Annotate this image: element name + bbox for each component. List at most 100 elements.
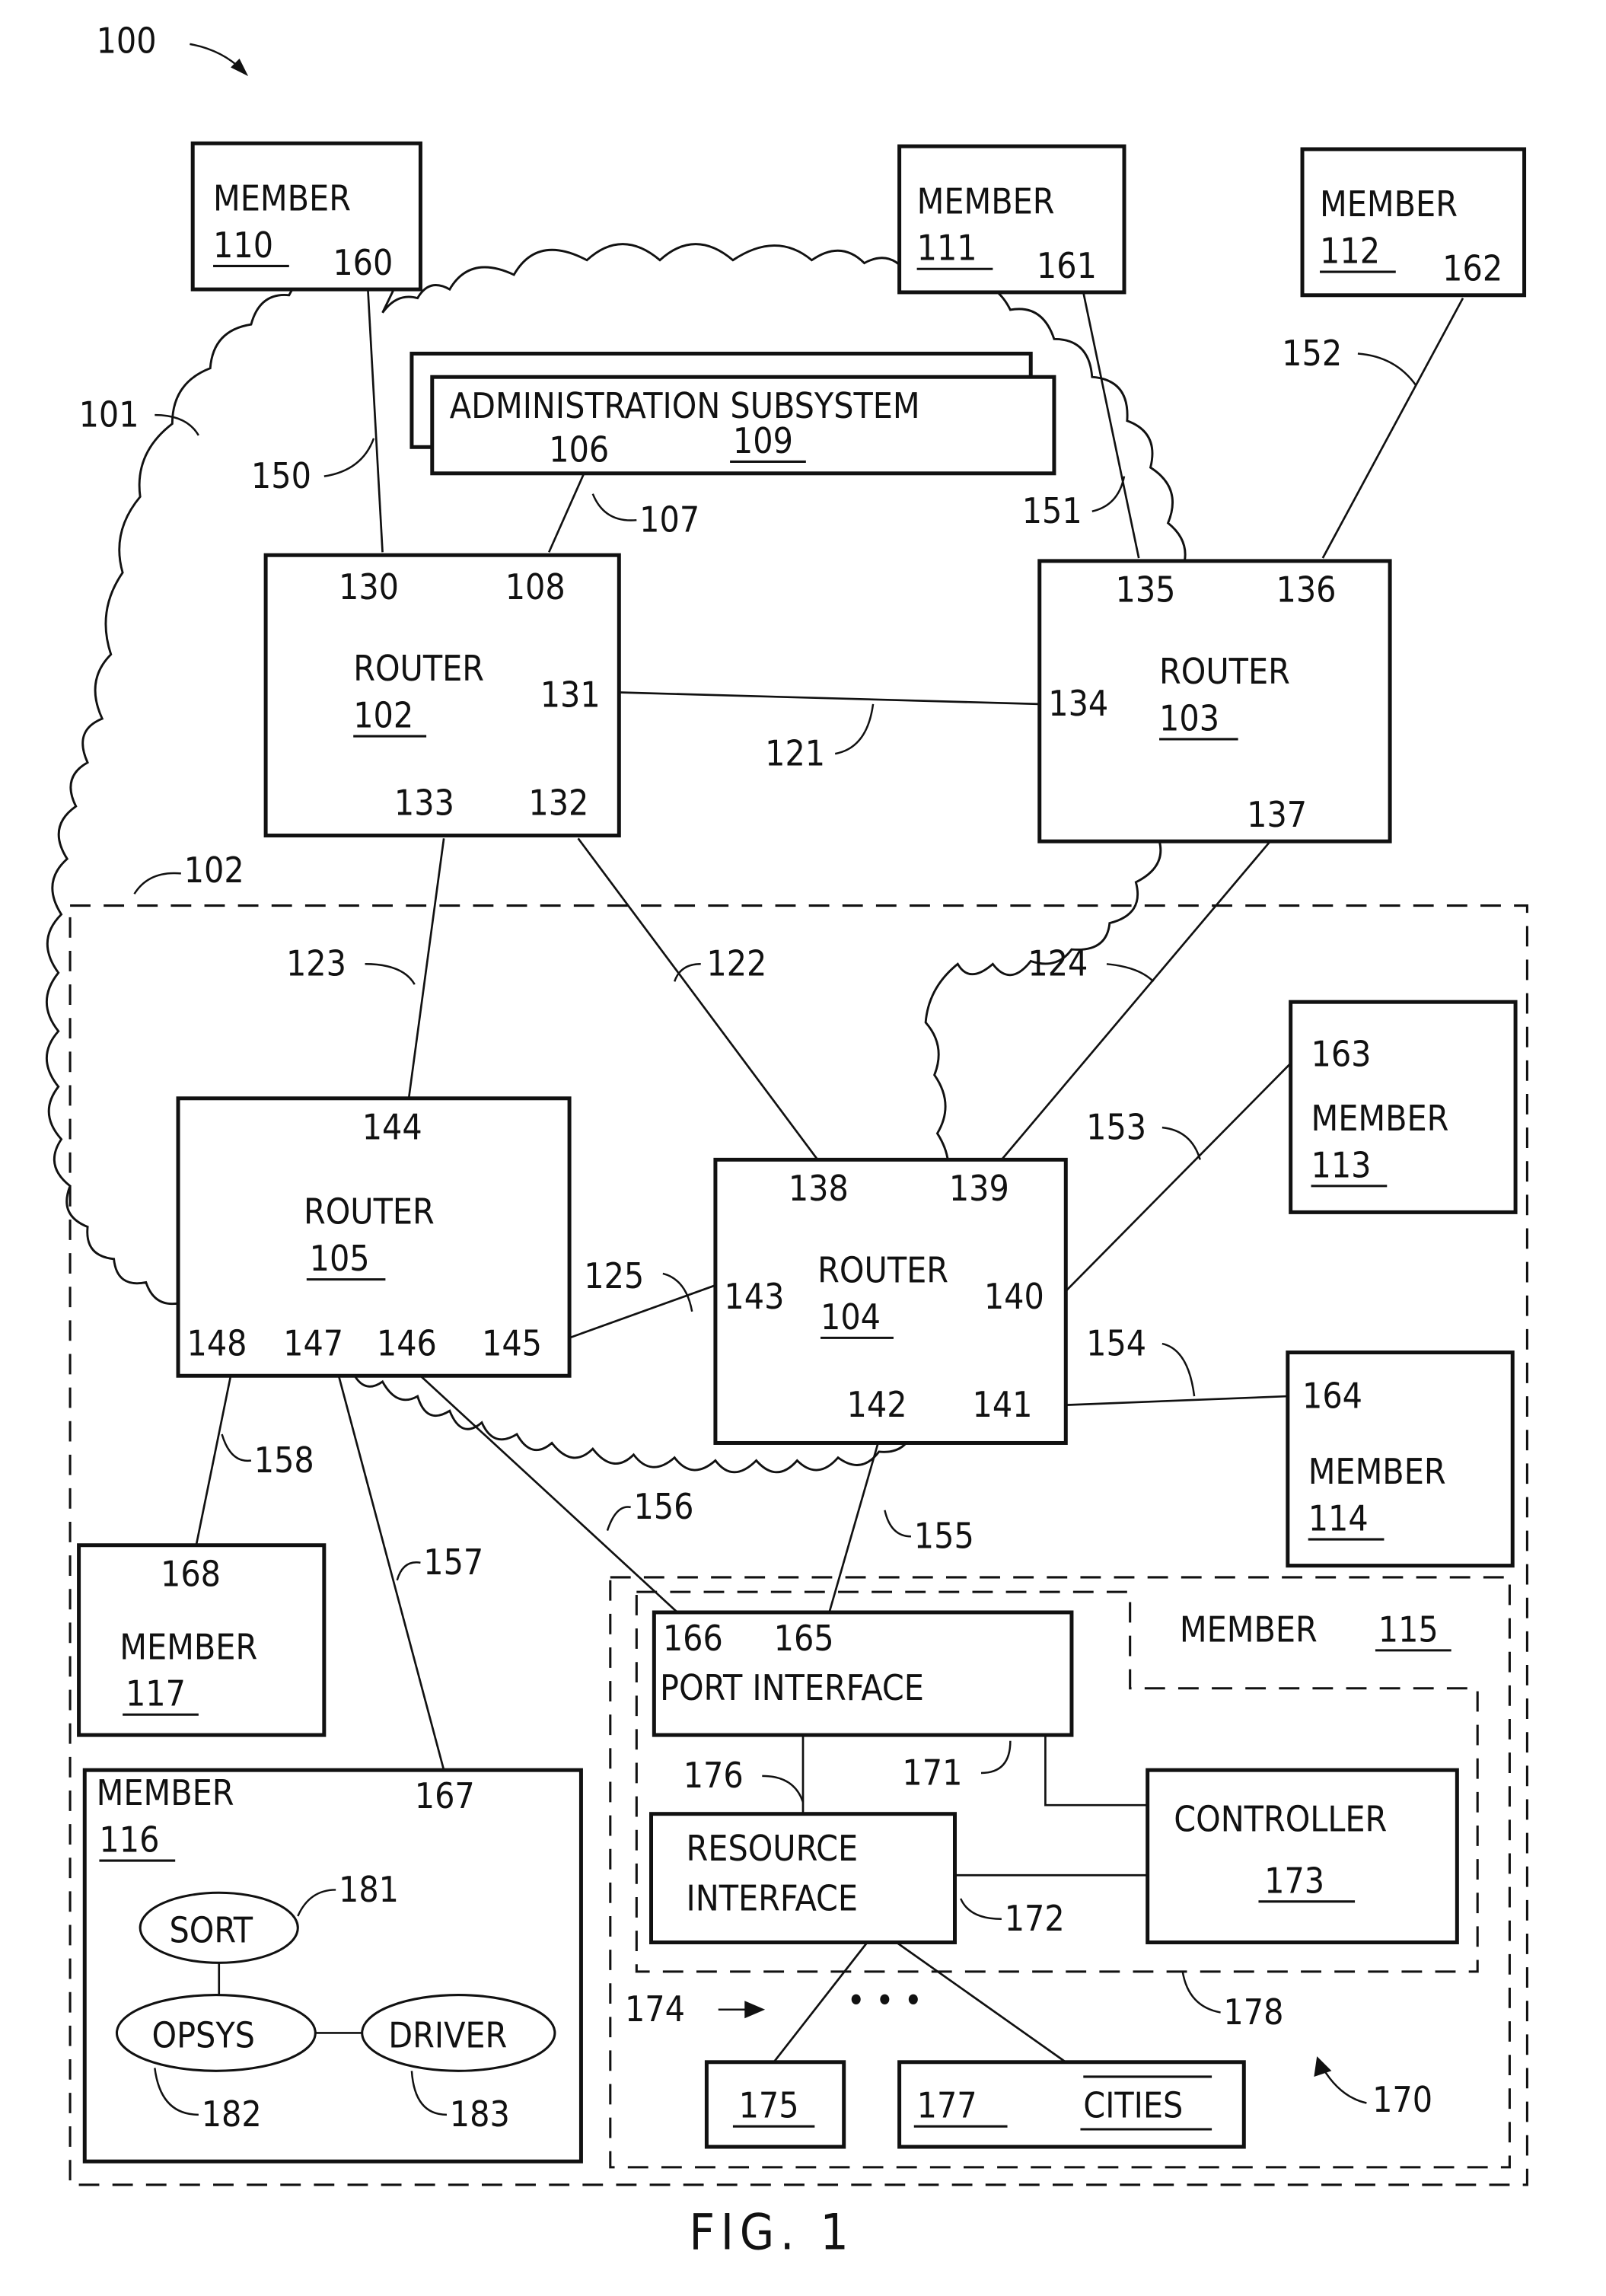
svg-text:172: 172	[1005, 1898, 1065, 1939]
svg-text:MEMBER: MEMBER	[119, 1626, 257, 1667]
svg-text:• • •: • • •	[847, 1980, 923, 2021]
svg-text:102: 102	[184, 850, 244, 891]
router-102: 130 108 ROUTER 102 131 133 132	[263, 553, 621, 838]
network-ref-label: 101	[79, 394, 199, 436]
svg-text:125: 125	[584, 1255, 644, 1296]
link-123	[407, 838, 445, 1099]
svg-text:116: 116	[99, 1819, 159, 1861]
svg-text:110: 110	[213, 225, 273, 266]
member-115: MEMBER 115 166 165 PORT INTERFACE RESOUR…	[609, 1576, 1511, 2169]
svg-text:158: 158	[254, 1440, 314, 1481]
svg-text:171: 171	[902, 1752, 962, 1793]
svg-text:104: 104	[821, 1296, 881, 1338]
svg-text:107: 107	[639, 499, 699, 541]
svg-text:112: 112	[1320, 231, 1380, 272]
svg-text:147: 147	[283, 1322, 343, 1363]
svg-text:154: 154	[1086, 1322, 1146, 1363]
svg-text:164: 164	[1302, 1375, 1362, 1416]
svg-text:142: 142	[847, 1384, 907, 1425]
router-103: 135 136 134 ROUTER 103 137	[1037, 559, 1392, 843]
router-105: 144 ROUTER 105 148 147 146 145	[176, 1096, 572, 1378]
link-154	[1066, 1395, 1288, 1406]
svg-text:MEMBER: MEMBER	[1180, 1609, 1318, 1650]
svg-text:155: 155	[914, 1516, 974, 1557]
svg-text:152: 152	[1282, 333, 1342, 374]
svg-text:ROUTER: ROUTER	[1159, 651, 1290, 692]
svg-text:114: 114	[1308, 1498, 1369, 1539]
domain-ref-label: 102	[133, 850, 244, 894]
member-111: MEMBER 111 161	[897, 144, 1126, 295]
member-115-ref: 170	[1314, 2056, 1432, 2120]
link-122	[577, 837, 819, 1161]
link-158	[194, 1375, 232, 1548]
svg-text:PORT INTERFACE: PORT INTERFACE	[660, 1667, 924, 1708]
svg-text:176: 176	[684, 1755, 744, 1796]
svg-text:166: 166	[663, 1618, 723, 1659]
svg-text:ROUTER: ROUTER	[817, 1249, 948, 1290]
administration-subsystem: ADMINISTRATION SUBSYSTEM 106 109	[409, 352, 1056, 476]
resources-ref: 174 • • •	[625, 1980, 922, 2030]
svg-text:168: 168	[161, 1553, 221, 1594]
link-151	[1082, 292, 1140, 559]
svg-text:144: 144	[362, 1106, 422, 1147]
member-113: 163 MEMBER 113	[1289, 1000, 1518, 1214]
svg-text:175: 175	[739, 2085, 799, 2126]
svg-text:103: 103	[1159, 697, 1219, 738]
system-ref-label: 100	[97, 20, 249, 77]
svg-text:115: 115	[1378, 1609, 1439, 1650]
member-117: 168 MEMBER 117	[77, 1543, 327, 1737]
svg-text:ADMINISTRATION SUBSYSTEM: ADMINISTRATION SUBSYSTEM	[450, 385, 920, 426]
svg-text:136: 136	[1276, 569, 1336, 611]
svg-text:173: 173	[1264, 1860, 1324, 1901]
svg-text:182: 182	[202, 2094, 262, 2135]
svg-text:177: 177	[917, 2085, 977, 2126]
svg-text:139: 139	[949, 1168, 1009, 1209]
svg-text:156: 156	[633, 1486, 693, 1527]
resource-interface: RESOURCE INTERFACE	[649, 1812, 957, 1944]
svg-text:113: 113	[1311, 1144, 1372, 1185]
controller: CONTROLLER 173	[1146, 1768, 1459, 1944]
svg-text:160: 160	[333, 242, 393, 283]
router-104: 138 139 143 ROUTER 104 140 142 141	[713, 1157, 1068, 1445]
svg-text:106: 106	[549, 429, 609, 470]
svg-text:102: 102	[353, 695, 413, 736]
svg-text:138: 138	[789, 1168, 849, 1209]
svg-text:MEMBER: MEMBER	[1308, 1451, 1446, 1492]
svg-text:132: 132	[528, 783, 588, 824]
svg-text:140: 140	[984, 1276, 1044, 1317]
svg-text:123: 123	[286, 943, 346, 984]
svg-text:101: 101	[79, 394, 139, 435]
svg-text:167: 167	[415, 1775, 475, 1816]
svg-text:130: 130	[339, 566, 399, 607]
resource-175: 175	[704, 2060, 846, 2149]
svg-text:163: 163	[1311, 1034, 1372, 1075]
member-110: MEMBER 110 160	[190, 141, 422, 292]
svg-text:CITIES: CITIES	[1083, 2085, 1183, 2126]
svg-text:143: 143	[724, 1276, 784, 1317]
svg-text:121: 121	[765, 732, 825, 773]
svg-text:162: 162	[1442, 248, 1502, 289]
link-121	[619, 691, 1040, 706]
svg-text:SORT: SORT	[170, 1909, 253, 1950]
link-150	[367, 289, 384, 553]
svg-text:ROUTER: ROUTER	[353, 648, 484, 689]
member-114: 164 MEMBER 114	[1286, 1350, 1515, 1568]
svg-text:150: 150	[251, 455, 311, 496]
link-152	[1321, 297, 1464, 559]
svg-text:134: 134	[1048, 683, 1108, 724]
svg-text:RESOURCE: RESOURCE	[687, 1828, 859, 1869]
links	[194, 289, 1464, 1771]
svg-text:141: 141	[973, 1384, 1033, 1425]
svg-text:MEMBER: MEMBER	[1311, 1098, 1449, 1139]
port-interface: 166 165 PORT INTERFACE	[652, 1610, 1074, 1737]
svg-text:165: 165	[774, 1618, 834, 1659]
svg-text:135: 135	[1115, 569, 1175, 611]
svg-text:153: 153	[1086, 1106, 1146, 1147]
svg-text:148: 148	[187, 1322, 247, 1363]
svg-text:174: 174	[625, 1988, 685, 2030]
svg-text:151: 151	[1022, 490, 1082, 531]
svg-text:ROUTER: ROUTER	[304, 1191, 435, 1233]
svg-text:122: 122	[706, 943, 766, 984]
svg-text:131: 131	[540, 674, 601, 716]
svg-text:MEMBER: MEMBER	[1320, 183, 1458, 225]
